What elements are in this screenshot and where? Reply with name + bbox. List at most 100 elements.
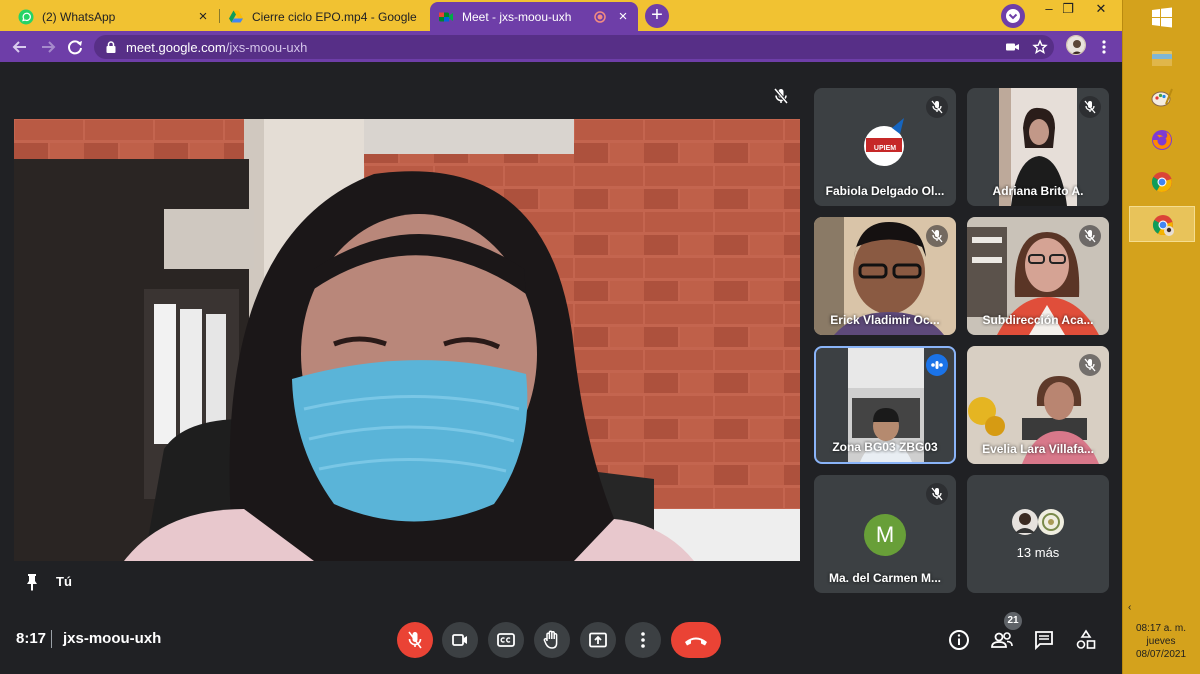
taskbar-file-explorer[interactable] [1129,40,1195,76]
participant-tile[interactable]: Erick Vladimir Oc... [814,217,956,335]
participant-tile[interactable]: Evelia Lara Villafa... [967,346,1109,464]
forward-button[interactable] [36,35,60,59]
more-participants-tile[interactable]: 13 más [967,475,1109,593]
meeting-time: 8:17 [16,630,47,647]
pin-icon[interactable] [24,572,40,592]
reload-button[interactable] [63,35,87,59]
mic-off-icon [408,631,422,649]
participant-tile[interactable]: M Ma. del Carmen M... [814,475,956,593]
participant-count-badge: 21 [1004,612,1022,630]
more-participants-count: 13 más [1016,545,1060,560]
arrow-right-icon [42,41,56,53]
raise-hand-button[interactable] [534,622,570,658]
url-host: meet.google.com [126,39,226,55]
tab-title: (2) WhatsApp [42,9,116,24]
browser-window: (2) WhatsApp × Cierre ciclo EPO.mp4 - Go… [0,0,1122,674]
hang-up-icon [685,637,707,646]
close-window-button[interactable]: ✕ [1086,0,1116,20]
logo-text: UPIEM [873,145,897,152]
browser-toolbar: meet.google.com/jxs-moou-uxh [0,31,1122,62]
taskbar-firefox[interactable] [1129,122,1195,158]
windows-taskbar [1122,0,1200,674]
meet-app: Tú UPIEM Fabiola Delgado Ol... Adriana B… [0,62,1122,674]
participant-avatar: M [864,514,906,556]
system-clock[interactable]: 08:17 a. m. jueves 08/07/2021 [1122,622,1200,661]
tab-title: Cierre ciclo EPO.mp4 - Google Dr [252,9,420,24]
participant-tile[interactable]: UPIEM Fabiola Delgado Ol... [814,88,956,206]
participant-name: Ma. del Carmen M... [828,571,942,585]
mute-indicator [1079,354,1101,376]
people-icon[interactable] [988,626,1016,654]
close-tab-icon[interactable]: × [196,9,210,24]
closed-captions-icon [497,633,515,647]
leave-call-button[interactable] [671,622,721,658]
tab-title: Meet - jxs-moou-uxh [462,9,572,24]
address-bar[interactable]: meet.google.com/jxs-moou-uxh [94,35,1054,59]
clock-day: jueves [1146,636,1176,647]
participant-name: Evelia Lara Villafa... [982,442,1094,456]
toggle-mic-button[interactable] [397,622,433,658]
mic-off-icon [773,88,789,104]
participant-name: Zona BG03 ZBG03 [832,440,938,454]
reload-icon [68,40,82,55]
show-hidden-icons-button[interactable]: ‹ [1128,602,1131,613]
mute-indicator [926,96,948,118]
participant-name: Adriana Brito A. [992,184,1084,198]
divider [51,630,52,648]
tab-meet[interactable]: Meet - jxs-moou-uxh × [430,2,638,31]
hand-icon [543,630,558,649]
close-tab-icon[interactable]: × [616,9,630,24]
mute-indicator [926,483,948,505]
mic-off-icon [931,487,943,501]
bookmark-button[interactable] [1028,35,1052,59]
present-screen-button[interactable] [580,622,616,658]
more-options-button[interactable] [625,622,661,658]
mic-off-icon [931,229,943,243]
participant-tile-active-speaker[interactable]: Zona BG03 ZBG03 [814,346,956,464]
mic-off-icon [1084,100,1096,114]
lock-icon [106,41,116,53]
meeting-details-info-icon[interactable] [945,626,973,654]
tab-search-button[interactable] [1001,4,1025,28]
participant-name: Subdirección Aca... [982,313,1094,327]
folder-icon [1152,51,1172,66]
camera-permission-button[interactable] [1000,35,1024,59]
clock-date: 08/07/2021 [1135,649,1187,660]
maximize-button[interactable]: ❐ [1053,0,1083,20]
url-path: /jxs-moou-uxh [225,39,308,55]
mute-indicator [926,225,948,247]
chat-icon[interactable] [1030,626,1058,654]
firefox-icon [1152,130,1172,150]
activities-icon[interactable] [1072,626,1100,654]
start-button[interactable] [1129,0,1195,36]
speaking-indicator [926,354,948,376]
more-vertical-icon [641,632,645,648]
present-screen-icon [589,632,607,648]
chrome-profile-icon [1152,215,1174,236]
new-tab-button[interactable]: + [645,4,669,28]
chevron-down-icon [1006,9,1020,23]
recording-icon [594,10,606,23]
participant-tile[interactable]: Adriana Brito A. [967,88,1109,206]
profile-avatar[interactable] [1066,35,1086,55]
toggle-camera-button[interactable] [442,622,478,658]
taskbar-paint[interactable] [1129,80,1195,116]
browser-menu-button[interactable] [1092,35,1116,59]
audio-level-icon [931,361,943,369]
google-drive-icon [229,10,243,22]
taskbar-chrome-profile-active[interactable] [1129,206,1195,242]
star-icon [1032,39,1048,54]
back-button[interactable] [8,35,32,59]
participant-tile[interactable]: Subdirección Aca... [967,217,1109,335]
tab-whatsapp[interactable]: (2) WhatsApp × [10,2,218,31]
self-name-label: Tú [56,574,72,589]
tab-google-drive[interactable]: Cierre ciclo EPO.mp4 - Google Dr [220,2,428,31]
mic-off-icon [931,100,943,114]
taskbar-chrome[interactable] [1129,164,1195,200]
screen: (2) WhatsApp × Cierre ciclo EPO.mp4 - Go… [0,0,1200,674]
self-video[interactable] [14,119,800,561]
captions-button[interactable] [488,622,524,658]
arrow-left-icon [12,41,26,53]
chrome-icon [1151,172,1172,192]
mic-off-icon [1084,358,1096,372]
